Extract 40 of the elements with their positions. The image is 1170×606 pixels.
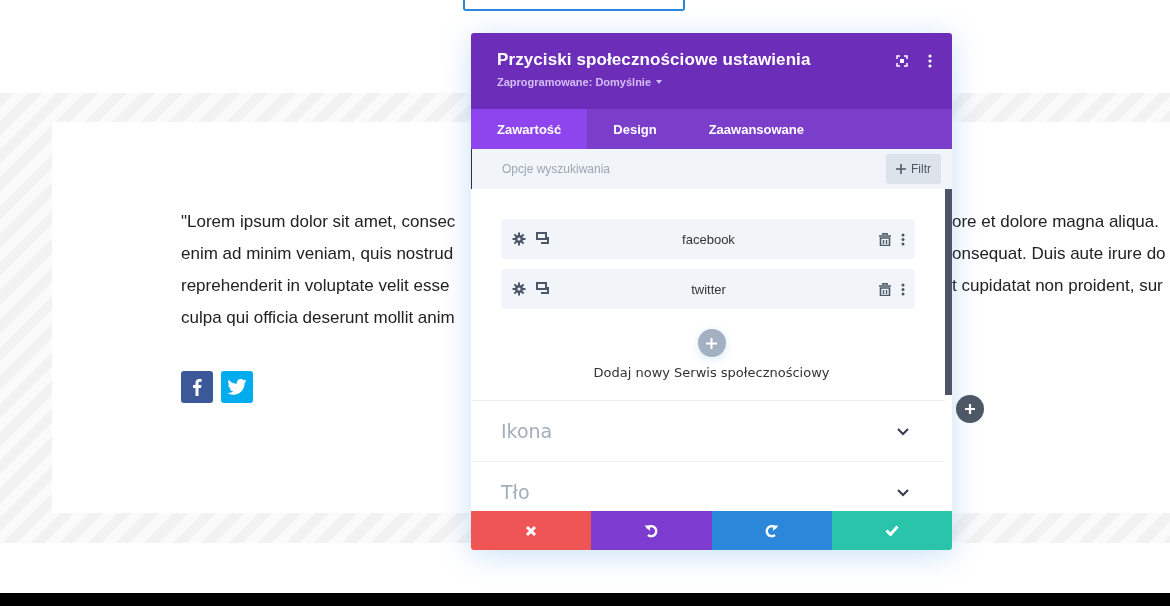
plus-icon — [896, 164, 906, 174]
scrollbar[interactable] — [945, 189, 952, 395]
caret-icon — [656, 80, 663, 84]
undo-icon — [644, 523, 659, 538]
paragraph-text: "Lorem ipsum dolor sit amet, consec — [181, 212, 457, 232]
redo-icon — [764, 523, 779, 538]
plus-icon — [964, 403, 976, 415]
fullscreen-icon[interactable] — [896, 55, 908, 67]
paragraph-text: onsequat. Duis aute irure do — [952, 244, 1166, 264]
twitter-button[interactable] — [221, 371, 253, 403]
paragraph-text: enim ad minim veniam, quis nostrud — [181, 244, 455, 264]
more-icon[interactable] — [901, 232, 905, 246]
plus-icon — [706, 337, 717, 349]
tab[interactable]: Zaawansowane — [682, 109, 831, 149]
paragraph-text: culpa qui officia deserunt mollit anim — [181, 308, 456, 328]
check-icon — [884, 525, 899, 536]
list-item[interactable]: twitter — [501, 269, 915, 309]
duplicate-icon[interactable] — [536, 282, 550, 294]
trash-icon[interactable] — [879, 232, 891, 246]
trash-icon[interactable] — [879, 282, 891, 296]
modal-title: Przyciski społecznościowe ustawienia — [497, 50, 811, 70]
more-icon[interactable] — [901, 282, 905, 296]
more-icon[interactable] — [928, 54, 932, 68]
paragraph-text: t cupidatat non proident, sur — [952, 276, 1163, 296]
tab[interactable]: Zawartość — [471, 109, 588, 149]
bird-icon — [227, 379, 247, 395]
preset-dropdown[interactable]: Zaprogramowane: Domyślnie — [497, 76, 952, 88]
duplicate-icon[interactable] — [536, 232, 550, 244]
list-item[interactable]: facebook — [501, 219, 915, 259]
paragraph-text: ore et dolore magna aliqua. — [952, 212, 1159, 232]
gear-icon[interactable] — [512, 282, 526, 296]
add-label[interactable]: Dodaj nowy Serwis społecznościowy — [593, 365, 830, 380]
facebook-button[interactable] — [181, 371, 213, 403]
paragraph-text: reprehenderit in voluptate velit esse — [181, 276, 451, 296]
gear-icon[interactable] — [512, 232, 526, 246]
tab[interactable]: Design — [587, 109, 683, 149]
filter-button[interactable]: Filtr — [886, 154, 941, 184]
search-field[interactable]: Opcje wyszukiwania — [502, 162, 802, 176]
facebook-icon — [192, 378, 202, 396]
close-icon — [525, 524, 538, 537]
